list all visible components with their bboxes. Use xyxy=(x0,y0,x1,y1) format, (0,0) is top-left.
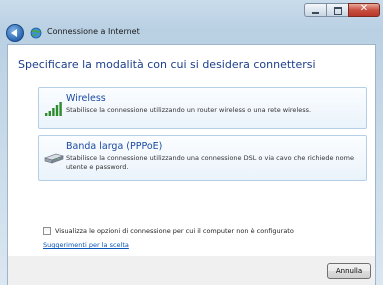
window-title: Connessione a Internet xyxy=(47,27,140,36)
back-arrow-icon[interactable] xyxy=(6,24,24,42)
window-controls: ✕ xyxy=(304,3,380,17)
window-frame: Connessione a Internet ✕ Specificare la … xyxy=(0,0,383,285)
option-wireless[interactable]: Wireless Stabilisce la connessione utili… xyxy=(38,87,367,129)
show-unconfigured-label[interactable]: Visualizza le opzioni di connessione per… xyxy=(55,227,294,235)
close-icon: ✕ xyxy=(359,3,369,14)
close-button[interactable]: ✕ xyxy=(348,3,380,17)
wizard-content: Specificare la modalità con cui si desid… xyxy=(7,44,376,256)
help-link[interactable]: Suggerimenti per la scelta xyxy=(43,241,129,249)
maximize-button[interactable] xyxy=(326,3,348,17)
wizard-footer: Annulla xyxy=(7,256,376,285)
option-broadband[interactable]: Banda larga (PPPoE) Stabilisce la connes… xyxy=(38,135,367,181)
cancel-button[interactable]: Annulla xyxy=(327,263,371,279)
title-bar: Connessione a Internet ✕ xyxy=(0,0,383,44)
option-broadband-title: Banda larga (PPPoE) xyxy=(66,141,163,152)
option-broadband-description: Stabilisce la connessione utilizzando un… xyxy=(66,154,354,171)
page-title: Specificare la modalità con cui si desid… xyxy=(18,58,316,71)
broadband-modem-icon xyxy=(44,153,64,164)
option-wireless-title: Wireless xyxy=(66,93,106,104)
network-globe-icon xyxy=(30,27,42,39)
wireless-signal-bars-icon xyxy=(45,102,62,116)
option-wireless-description: Stabilisce la connessione utilizzando un… xyxy=(66,106,312,114)
minimize-button[interactable] xyxy=(304,3,326,17)
show-unconfigured-checkbox[interactable] xyxy=(43,227,51,235)
